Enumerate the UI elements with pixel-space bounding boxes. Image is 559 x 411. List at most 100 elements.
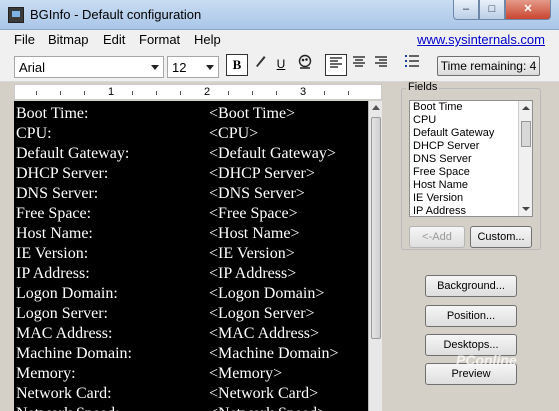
menu-file[interactable]: File (14, 32, 35, 47)
ruler-mark-3: 3 (300, 86, 307, 98)
scrollbar-thumb[interactable] (521, 121, 531, 147)
title-bar: BGInfo - Default configuration ‒ □ ✕ (0, 0, 559, 30)
field-label: IP Address: (16, 265, 90, 282)
field-list-item[interactable]: Boot Time (410, 101, 532, 114)
field-label: Boot Time: (16, 105, 89, 122)
align-right-button[interactable] (370, 54, 392, 76)
field-list-item[interactable]: CPU (410, 114, 532, 127)
field-label: Logon Server: (16, 305, 108, 322)
editor-line: Free Space: <Free Space> (16, 203, 366, 223)
underline-button[interactable]: U (270, 54, 292, 76)
menu-bitmap[interactable]: Bitmap (48, 32, 88, 47)
bginfo-app-icon (8, 7, 24, 23)
ruler-mark-2: 2 (204, 86, 211, 98)
fields-list[interactable]: Boot Time CPU Default Gateway DHCP Server DN… (409, 100, 533, 217)
scroll-up-icon[interactable] (372, 105, 380, 110)
menu-help[interactable]: Help (194, 32, 221, 47)
editor-line: Default Gateway: <Default Gateway> (16, 143, 366, 163)
field-placeholder: <DNS Server> (209, 185, 305, 202)
field-placeholder: <DHCP Server> (209, 165, 315, 182)
editor-lines: Boot Time: <Boot Time> CPU: <CPU> Default Ga… (16, 103, 366, 411)
editor-line: CPU: <CPU> (16, 123, 366, 143)
watermark: PConline (456, 352, 517, 368)
ruler-tick (324, 91, 325, 95)
field-list-item[interactable]: Free Space (410, 166, 532, 179)
field-placeholder: <Boot Time> (209, 105, 296, 122)
menu-edit[interactable]: Edit (103, 32, 125, 47)
scroll-down-icon[interactable] (522, 207, 530, 211)
maximize-button[interactable]: □ (479, 0, 505, 20)
menu-format[interactable]: Format (139, 32, 180, 47)
font-select-value: Arial (19, 60, 46, 75)
editor-line: Memory: <Memory> (16, 363, 366, 383)
field-label: Machine Domain: (16, 345, 132, 362)
bold-button[interactable]: B (226, 54, 248, 76)
editor-line: Logon Domain: <Logon Domain> (16, 283, 366, 303)
position-button[interactable]: Position... (425, 305, 517, 327)
field-list-item[interactable]: Default Gateway (410, 127, 532, 140)
scroll-up-icon[interactable] (522, 106, 530, 110)
editor-line: Machine Domain: <Machine Domain> (16, 343, 366, 363)
sysinternals-link[interactable]: www.sysinternals.com (417, 32, 545, 47)
bullet-list-icon (405, 55, 419, 67)
field-label: Memory: (16, 365, 76, 382)
custom-field-button[interactable]: Custom... (470, 226, 532, 248)
ruler-tick (156, 91, 157, 95)
ruler-tick (228, 91, 229, 95)
pen-icon (256, 56, 266, 67)
align-left-button[interactable] (325, 54, 347, 76)
ruler-tick (180, 91, 181, 95)
field-label: Logon Domain: (16, 285, 118, 302)
field-placeholder: <Network Card> (209, 385, 319, 402)
background-button[interactable]: Background... (425, 275, 517, 297)
field-label: Free Space: (16, 205, 92, 222)
italic-button[interactable] (249, 54, 271, 76)
font-size-select[interactable]: 12 (167, 56, 219, 78)
field-label: DNS Server: (16, 185, 99, 202)
editor-line: Network Speed: <Network Speed> (16, 403, 366, 411)
ruler-tick (36, 91, 37, 95)
editor-line: DNS Server: <DNS Server> (16, 183, 366, 203)
field-placeholder: <MAC Address> (209, 325, 320, 342)
font-size-value: 12 (172, 60, 187, 75)
field-label: Network Card: (16, 385, 112, 402)
fields-legend: Fields (406, 81, 440, 93)
bullet-list-button[interactable] (401, 54, 423, 76)
editor-line: Network Card: <Network Card> (16, 383, 366, 403)
field-label: Default Gateway: (16, 145, 130, 162)
add-field-button[interactable]: <-Add (409, 226, 465, 248)
ruler-tick (84, 91, 85, 95)
ruler: 1 2 3 (14, 84, 382, 100)
ruler-tick (276, 91, 277, 95)
align-center-icon (353, 56, 365, 67)
field-placeholder: <Network Speed> (209, 405, 326, 411)
ruler-tick (60, 91, 61, 95)
field-list-item[interactable]: DHCP Server (410, 140, 532, 153)
chevron-down-icon (206, 65, 214, 70)
editor-line: IE Version: <IE Version> (16, 243, 366, 263)
window-title: BGInfo - Default configuration (30, 7, 202, 22)
minimize-button[interactable]: ‒ (453, 0, 479, 20)
scrollbar-thumb[interactable] (371, 117, 381, 339)
time-remaining-button[interactable]: Time remaining: 4 (437, 56, 540, 76)
info-text-editor[interactable]: Boot Time: <Boot Time> CPU: <CPU> Default Ga… (14, 101, 382, 411)
chevron-down-icon (151, 65, 159, 70)
field-list-item[interactable]: IE Version (410, 192, 532, 205)
field-label: CPU: (16, 125, 52, 142)
editor-line: MAC Address: <MAC Address> (16, 323, 366, 343)
close-button[interactable]: ✕ (505, 0, 551, 20)
fields-scrollbar[interactable] (518, 101, 532, 216)
editor-scrollbar[interactable] (368, 101, 382, 411)
color-palette-icon (298, 54, 312, 69)
field-placeholder: <IE Version> (209, 245, 295, 262)
font-select[interactable]: Arial (14, 56, 164, 78)
field-placeholder: <Host Name> (209, 225, 300, 242)
field-list-item[interactable]: DNS Server (410, 153, 532, 166)
field-list-item[interactable]: IP Address (410, 205, 532, 216)
field-list-item[interactable]: Host Name (410, 179, 532, 192)
field-label: Host Name: (16, 225, 93, 242)
align-center-button[interactable] (348, 54, 370, 76)
align-right-icon (375, 56, 387, 67)
menu-bar: File Bitmap Edit Format Help www.sysinte… (0, 30, 559, 50)
font-color-button[interactable] (294, 54, 316, 76)
